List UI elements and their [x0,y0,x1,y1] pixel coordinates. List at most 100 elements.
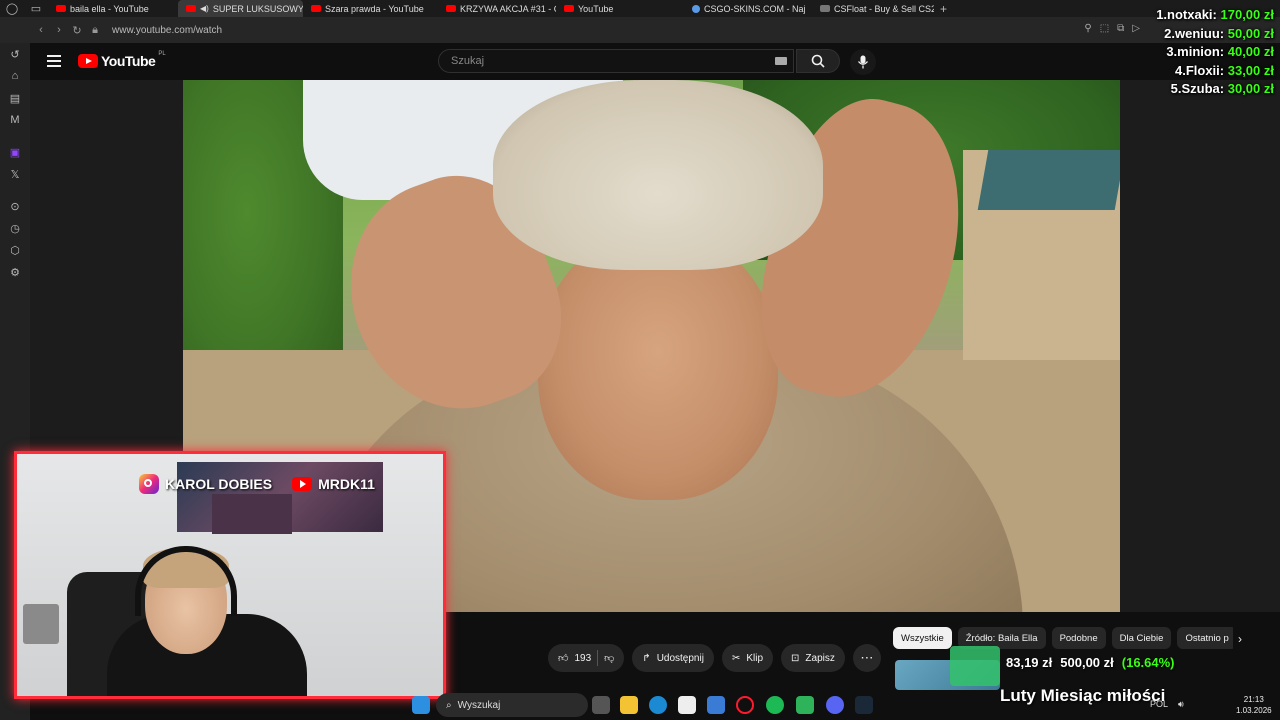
volume-icon[interactable]: 🔊︎ [1178,699,1184,710]
video-actions: 👍︎ 193 👎︎ ↱ Udostępnij ✂ Klip ⊡ Zapisz ⋯ [548,644,881,672]
forward-icon[interactable]: › [50,17,68,43]
spotify-icon[interactable] [766,696,784,714]
screen: ◯ ▭ baila ella - YouTube ◀) SUPER LUKSUS… [0,0,1280,720]
thumbs-up-icon: 👍︎ [558,653,569,664]
divider [597,650,599,666]
extensions-icon[interactable]: ⧉ [1117,23,1124,34]
chip-all[interactable]: Wszystkie [893,627,952,649]
youtube-favicon-icon [311,5,321,12]
language-indicator[interactable]: POL [1150,699,1168,710]
youtube-icon [292,477,313,491]
search-input[interactable] [451,55,751,67]
youtube-logo[interactable]: YouTube PL [78,51,166,69]
microphone-icon [857,55,869,69]
file-explorer-icon[interactable] [620,696,638,714]
menu-icon[interactable] [47,55,61,67]
wallet-icon[interactable]: ▤ [0,87,30,109]
tab-csgo-skins[interactable]: CSGO-SKINS.COM - Naj [684,0,812,17]
screenshot-icon[interactable]: ⬚ [1100,23,1109,34]
video-person-hat [493,80,823,270]
bookmark-icon: ⊡ [791,652,800,664]
thumbs-down-icon[interactable]: 👎︎ [604,652,614,664]
search-icon [811,54,825,68]
taskbar-search-label: Wyszukaj [457,699,501,711]
taskbar-search[interactable]: ⌕ Wyszukaj [436,693,588,717]
clip-button[interactable]: ✂ Klip [721,644,774,672]
chevron-right-icon[interactable]: › [1238,632,1242,646]
tab-super-luksusowy[interactable]: ◀) SUPER LUKSUSOWY [178,0,303,17]
like-button[interactable]: 👍︎ 193 [558,652,591,665]
m-icon[interactable]: M [0,109,30,131]
video-roof [977,150,1120,210]
tab-baila-ella[interactable]: baila ella - YouTube [48,0,178,17]
settings-icon[interactable]: ⚙ [0,261,30,283]
store-icon[interactable] [678,696,696,714]
clock-date: 1.03.2026 [1236,706,1272,715]
youtube-favicon-icon [186,5,196,12]
youtube-header: YouTube PL [30,43,1280,80]
browser-menu-icon[interactable]: ◯ [0,0,24,17]
play-icon[interactable]: ▷ [1132,23,1140,34]
tab-list-icon[interactable]: ▭ [24,0,48,17]
donation-goal: 83,19 zł 500,00 zł (16.64%) [1006,655,1175,670]
opera-icon[interactable] [736,696,754,714]
recommendation-chips: Wszystkie Źródło: Baila Ella Podobne Dla… [893,627,1233,649]
task-view-icon[interactable] [592,696,610,714]
reload-icon[interactable]: ↻ [68,17,86,43]
tab-szara-prawda[interactable]: Szara prawda - YouTube [303,0,438,17]
goal-percent: (16.64%) [1121,655,1175,670]
x-icon[interactable]: 𝕏 [0,163,30,185]
bag-icon[interactable]: ⌂ [0,65,30,87]
windows-start-icon[interactable] [412,696,430,714]
chip-for-you[interactable]: Dla Ciebie [1111,627,1172,649]
search-icon: ⌕ [446,699,452,711]
pin-icon[interactable]: ⚲ [1084,23,1091,34]
save-label: Zapisz [805,652,835,664]
goal-target: 500,00 zł [1060,655,1114,670]
youtube-play-icon [78,54,98,68]
tab-label: Szara prawda - YouTube [325,3,424,14]
youtube-favicon-icon [56,5,66,12]
xbox-app-icon[interactable] [796,696,814,714]
system-tray: POL 🔊︎ [1150,699,1184,710]
share-button[interactable]: ↱ Udostępnij [632,644,714,672]
tab-label: CSGO-SKINS.COM - Naj [704,3,806,14]
discord-icon[interactable] [826,696,844,714]
desk-item [23,604,59,644]
search-box [438,49,794,73]
instagram-handle: KAROL DOBIES [165,476,273,492]
like-dislike-group: 👍︎ 193 👎︎ [548,644,625,672]
tab-youtube[interactable]: YouTube [556,0,684,17]
search-button[interactable] [796,49,840,73]
clock-time: 21:13 [1243,695,1264,704]
steam-icon[interactable] [855,696,873,714]
mail-icon[interactable] [707,696,725,714]
tab-krzywa-akcja[interactable]: KRZYWA AKCJA #31 - CZ [438,0,556,17]
back-icon[interactable]: ‹ [32,17,50,43]
chip-recent[interactable]: Ostatnio p [1177,627,1233,649]
puzzle-icon[interactable]: ⬡ [0,239,30,261]
more-actions-button[interactable]: ⋯ [852,644,881,672]
twitch-icon[interactable]: ▣ [0,141,30,163]
new-tab-button[interactable]: + [934,2,953,16]
tab-label: baila ella - YouTube [70,3,149,14]
recommended-thumbnail[interactable] [950,646,1000,686]
tab-csfloat[interactable]: CSFloat - Buy & Sell CS2 S [812,0,934,17]
social-handles: KAROL DOBIES MRDK11 [139,474,375,494]
tab-label: CSFloat - Buy & Sell CS2 S [834,3,934,14]
save-button[interactable]: ⊡ Zapisz [781,644,845,672]
region-code: PL [158,51,166,57]
player-icon[interactable]: ⊙ [0,195,30,217]
taskbar-clock[interactable]: 21:13 1.03.2026 [1236,694,1272,716]
keyboard-icon[interactable] [775,57,787,65]
edge-icon[interactable] [649,696,667,714]
chip-similar[interactable]: Podobne [1051,627,1106,649]
tab-label: SUPER LUKSUSOWY [212,3,303,14]
history-icon[interactable]: ↺ [0,43,30,65]
taskbar: ⌕ Wyszukaj [406,690,1280,720]
clock-icon[interactable]: ◷ [0,217,30,239]
url-field[interactable]: www.youtube.com/watch [112,25,222,36]
video-person-face [538,230,778,500]
share-label: Udostępnij [656,652,704,664]
voice-search-button[interactable] [850,49,876,75]
